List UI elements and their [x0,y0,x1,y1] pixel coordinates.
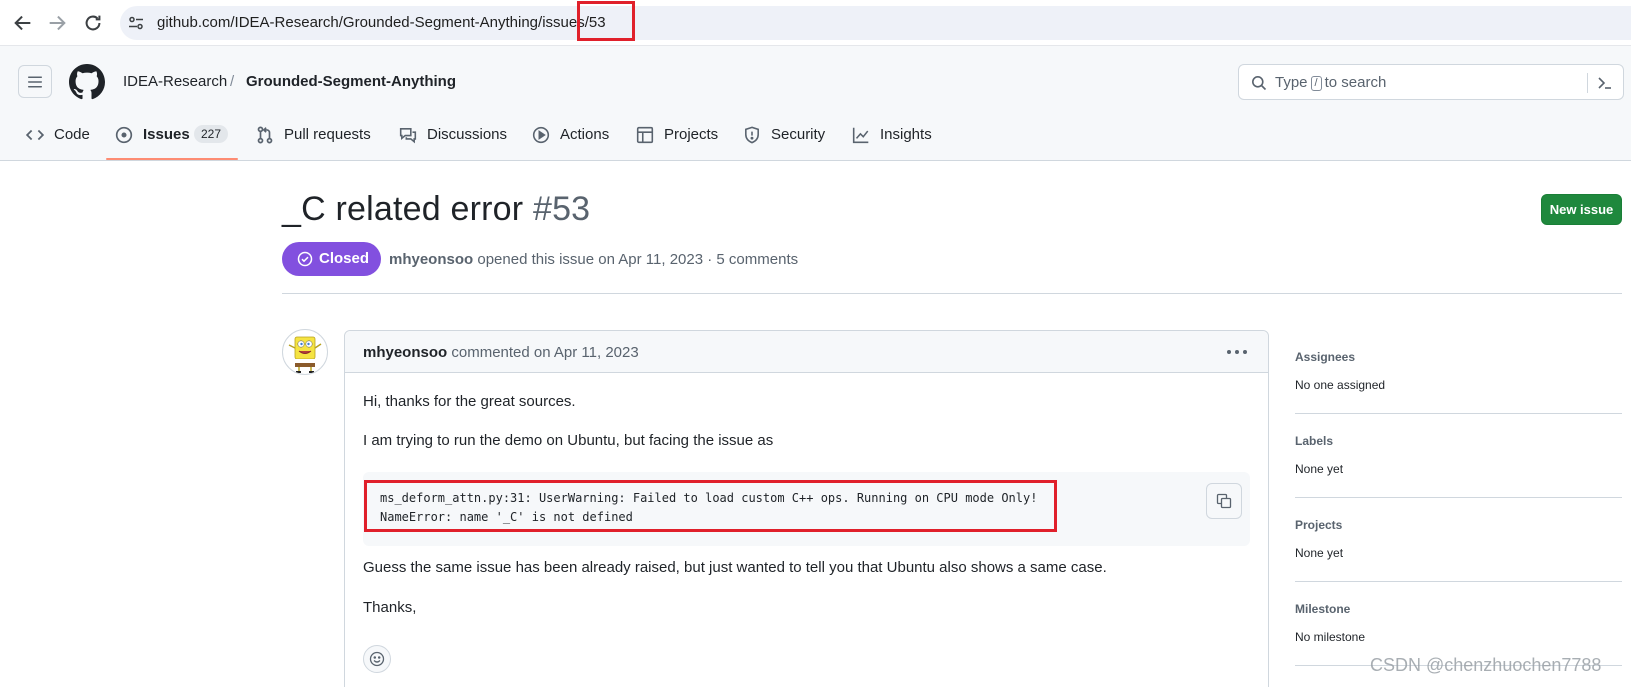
url-text[interactable]: github.com/IDEA-Research/Grounded-Segmen… [157,14,606,31]
title-divider [282,293,1622,294]
comment-paragraph: Hi, thanks for the great sources. [363,393,576,410]
repo-nav-tabs: Code Issues 227 Pull requests Discussion… [0,116,1000,161]
sidebar-divider [1295,413,1622,414]
sidebar-heading: Assignees [1295,350,1356,364]
menu-button[interactable] [18,65,52,98]
table-icon [636,126,654,144]
git-pull-request-icon [256,126,274,144]
tab-label: Pull requests [284,126,371,143]
tab-label: Code [54,126,90,143]
comment-header: mhyeonsoo commented on Apr 11, 2023 [345,331,1268,373]
breadcrumb-separator: / [230,73,235,90]
sidebar-divider [1295,581,1622,582]
annotation-highlight-code [364,480,1057,532]
shield-icon [743,126,761,144]
copy-button[interactable] [1206,483,1242,519]
tab-label: Security [771,126,826,143]
comment-box: mhyeonsoo commented on Apr 11, 2023 Hi, … [344,330,1269,687]
issue-author-link[interactable]: mhyeonsoo [389,251,473,268]
search-placeholder: Type / to search [1275,74,1386,92]
issue-meta: mhyeonsoo opened this issue on Apr 11, 2… [389,251,798,268]
site-settings-icon[interactable] [128,15,144,31]
spongebob-avatar-icon [288,336,322,373]
search-input[interactable]: Type / to search [1238,64,1624,100]
search-divider [1587,73,1588,93]
hamburger-icon [28,76,42,88]
tab-label: Projects [664,126,719,143]
github-logo-icon[interactable] [69,64,105,100]
repo-header: IDEA-Research / Grounded-Segment-Anythin… [0,46,1631,161]
breadcrumb-repo-link[interactable]: Grounded-Segment-Anything [246,73,456,90]
active-tab-underline [106,158,238,160]
sidebar-projects[interactable]: Projects None yet [1295,508,1622,592]
address-bar[interactable]: github.com/IDEA-Research/Grounded-Segmen… [120,6,1631,40]
comment-header-text: mhyeonsoo commented on Apr 11, 2023 [363,344,639,361]
issues-count-badge: 227 [194,125,229,143]
browser-toolbar: github.com/IDEA-Research/Grounded-Segmen… [0,0,1631,46]
issue-title: _C related error #53 [282,190,590,229]
kebab-horizontal-icon[interactable] [1225,343,1249,361]
sidebar-value: None yet [1295,462,1344,476]
annotation-highlight-url [577,1,635,41]
sidebar-heading: Milestone [1295,602,1351,616]
smiley-icon [369,651,385,667]
tab-label: Issues [143,126,190,143]
issue-title-text: _C related error [282,190,524,228]
play-icon [532,126,550,144]
comment-paragraph: Thanks, [363,599,417,616]
code-block: ms_deform_attn.py:31: UserWarning: Faile… [363,472,1250,546]
comment-paragraph: I am trying to run the demo on Ubuntu, b… [363,432,774,449]
sidebar-value: No milestone [1295,630,1366,644]
sidebar-value: No one assigned [1295,378,1386,392]
tab-label: Insights [880,126,932,143]
tab-label: Discussions [427,126,508,143]
avatar[interactable] [282,329,328,375]
command-palette-icon[interactable] [1597,75,1613,91]
sidebar-assignees[interactable]: Assignees No one assigned [1295,340,1622,424]
graph-icon [852,126,870,144]
sidebar-heading: Labels [1295,434,1334,448]
sidebar-value: None yet [1295,546,1344,560]
forward-arrow-icon[interactable] [46,12,68,34]
comment-timestamp[interactable]: commented on Apr 11, 2023 [451,344,638,361]
comment-author-link[interactable]: mhyeonsoo [363,344,447,361]
sidebar-heading: Projects [1295,518,1343,532]
search-icon [1252,76,1267,91]
sidebar-labels[interactable]: Labels None yet [1295,424,1622,508]
comment-paragraph: Guess the same issue has been already ra… [363,559,1107,576]
add-reaction-button[interactable] [363,645,391,673]
status-badge-label: Closed [319,250,370,267]
search-placeholder-prefix: Type [1275,74,1308,91]
breadcrumb-owner-link[interactable]: IDEA-Research [123,73,227,90]
issue-meta-text: opened this issue on Apr 11, 2023 · 5 co… [477,251,799,268]
back-arrow-icon[interactable] [12,12,34,34]
reload-icon[interactable] [82,12,104,34]
sidebar-divider [1295,497,1622,498]
comment-discussion-icon [399,126,417,144]
copy-icon [1216,493,1232,509]
watermark: CSDN @chenzhuochen7788 [1370,655,1602,675]
issue-opened-icon [115,126,133,144]
status-badge: Closed [282,242,381,276]
search-shortcut-key: / [1310,76,1322,91]
issue-number: #53 [532,190,591,228]
tab-label: Actions [560,126,610,143]
new-issue-button[interactable]: New issue [1541,194,1622,225]
search-placeholder-suffix: to search [1324,74,1387,91]
check-circle-icon [297,251,313,267]
code-icon [26,126,44,144]
